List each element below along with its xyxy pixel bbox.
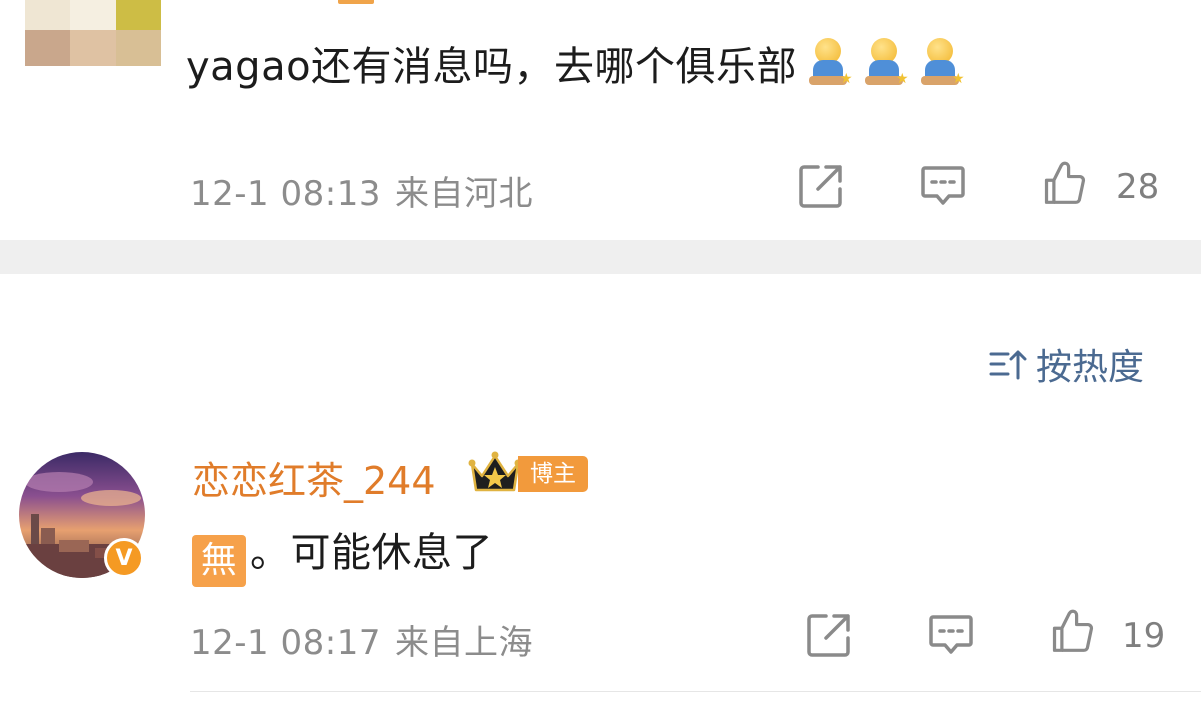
like-icon[interactable] (1049, 608, 1095, 654)
comment-meta: 12-1 08:13 来自河北 (190, 166, 533, 215)
comment-time: 12-1 08:13 (190, 174, 381, 214)
shy-emoji-icon: ★ (921, 38, 965, 88)
share-icon[interactable] (798, 163, 844, 209)
level-badge (338, 0, 374, 4)
sort-icon (989, 350, 1027, 380)
comment-text-body: 。可能休息了 (250, 530, 493, 576)
like-count: 19 (1122, 616, 1166, 656)
shy-emoji-icon: ★ (865, 38, 909, 88)
comment-text-body: yagao还有消息吗，去哪个俱乐部 (186, 44, 798, 90)
shy-emoji-icon: ★ (809, 38, 853, 88)
divider (190, 691, 1201, 692)
wu-emoji-icon: 無 (192, 535, 246, 587)
like-count: 28 (1116, 167, 1160, 207)
comment-icon[interactable] (920, 163, 966, 209)
sort-button[interactable]: 按热度 (988, 338, 1144, 390)
avatar[interactable] (25, 0, 161, 66)
author-tag: 博主 (518, 456, 588, 492)
sort-label: 按热度 (1036, 347, 1145, 388)
like-icon[interactable] (1041, 160, 1087, 206)
username[interactable]: 恋恋红茶_244 (192, 450, 436, 505)
comment-meta: 12-1 08:17 来自上海 (190, 615, 533, 664)
comment-location: 来自上海 (394, 623, 533, 663)
comment-text: yagao还有消息吗，去哪个俱乐部 ★ ★ ★ (186, 34, 965, 92)
share-icon[interactable] (806, 612, 852, 658)
comment-icon[interactable] (928, 612, 974, 658)
verified-badge-icon: V (104, 538, 144, 578)
crown-icon (468, 451, 522, 492)
section-divider (0, 240, 1201, 274)
comment-location: 来自河北 (394, 174, 533, 214)
comment-time: 12-1 08:17 (190, 623, 381, 663)
comment-text: 無。可能休息了 (192, 520, 493, 587)
